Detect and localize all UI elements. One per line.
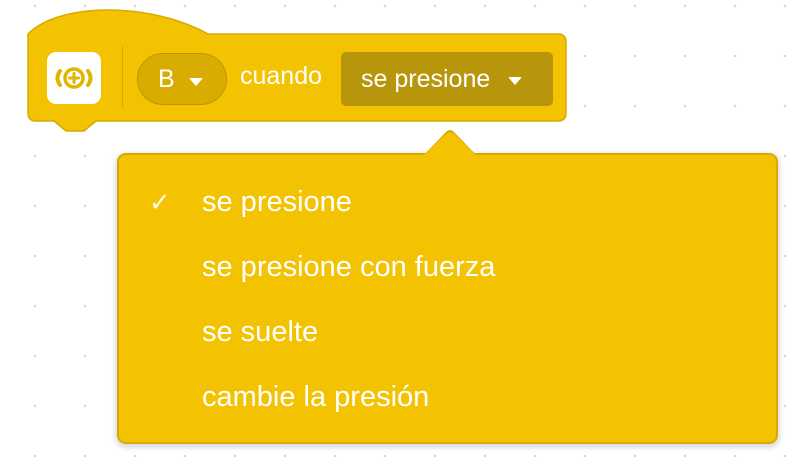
block-divider	[122, 46, 123, 108]
menu-item-label: se suelte	[202, 315, 319, 348]
menu-item-label: se presione con fuerza	[202, 250, 496, 283]
port-dropdown[interactable]: B	[137, 53, 227, 105]
port-dropdown-value: B	[158, 64, 175, 93]
event-dropdown[interactable]: se presione	[341, 52, 553, 106]
event-dropdown-menu: ✓ se presione se presione con fuerza se …	[117, 153, 778, 444]
caret-down-icon	[508, 76, 523, 85]
force-sensor-icon	[47, 52, 101, 104]
menu-item-se-presione-con-fuerza[interactable]: se presione con fuerza	[119, 239, 776, 295]
menu-pointer-arrow-fill	[422, 132, 478, 157]
menu-item-se-presione[interactable]: ✓ se presione	[119, 174, 776, 230]
check-icon: ✓	[149, 186, 171, 217]
menu-item-cambie-la-presion[interactable]: cambie la presión	[119, 369, 776, 425]
caret-down-icon	[188, 77, 203, 86]
when-label: cuando	[240, 62, 323, 90]
when-force-sensor-hat-block[interactable]: B cuando se presione	[0, 0, 800, 140]
menu-item-label: cambie la presión	[202, 380, 430, 413]
menu-item-se-suelte[interactable]: se suelte	[119, 304, 776, 360]
menu-item-label: se presione	[202, 185, 352, 218]
workspace-canvas[interactable]: B cuando se presione ✓ se presione se pr…	[0, 0, 800, 469]
event-dropdown-value: se presione	[361, 64, 491, 93]
